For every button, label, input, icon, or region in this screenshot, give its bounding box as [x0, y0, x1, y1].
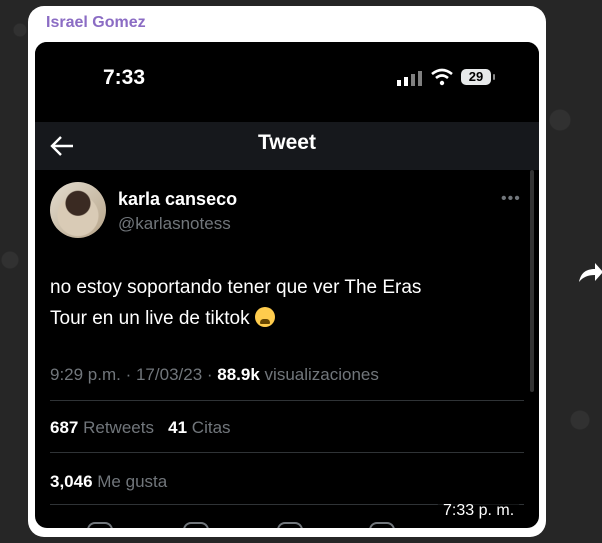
scrollbar[interactable] — [530, 170, 534, 392]
status-clock: 7:33 — [103, 66, 146, 89]
divider — [50, 400, 524, 401]
battery-icon: 29 — [461, 69, 491, 85]
screenshot-image[interactable]: 7:33 29 Tweet karla canseco @karlasnotes… — [35, 42, 539, 528]
tweet-meta: 9:29 p.m. · 17/03/23 · 88.9k visualizaci… — [50, 365, 379, 385]
likes-stats[interactable]: 3,046 Me gusta — [50, 472, 167, 492]
crying-face-icon — [254, 307, 275, 327]
quotes-count: 41 — [168, 418, 188, 437]
tweet-timestamp: 9:29 p.m. · 17/03/23 · — [50, 365, 218, 384]
forward-share-icon[interactable] — [575, 258, 602, 288]
retweets-count: 687 — [50, 418, 79, 437]
more-options-icon[interactable]: ••• — [501, 190, 521, 208]
phone-status-bar: 7:33 29 — [35, 42, 539, 122]
message-timestamp: 7:33 p. m. — [437, 500, 521, 522]
tweet-text: no estoy soportando tener que ver The Er… — [50, 272, 480, 334]
quotes-label: Citas — [187, 418, 231, 437]
share-icon[interactable] — [369, 522, 395, 528]
author-handle[interactable]: @karlasnotess — [118, 214, 231, 234]
sender-name[interactable]: Israel Gomez — [46, 14, 146, 32]
views-label: visualizaciones — [259, 365, 379, 384]
wifi-icon — [431, 68, 453, 86]
tweet-header-bar: Tweet — [35, 122, 539, 170]
tweet-text-line1: no estoy soportando tener que ver The Er… — [50, 277, 422, 298]
battery-tip — [493, 74, 495, 80]
divider — [50, 452, 524, 453]
retweet-icon[interactable] — [183, 522, 209, 528]
author-display-name[interactable]: karla canseco — [118, 189, 237, 210]
page-title: Tweet — [258, 131, 316, 154]
views-count: 88.9k — [217, 365, 260, 384]
retweet-quote-stats[interactable]: 687 Retweets 41 Citas — [50, 418, 231, 438]
likes-label: Me gusta — [92, 472, 168, 491]
tweet-text-line2: Tour en un live de tiktok — [50, 308, 250, 329]
like-icon[interactable] — [277, 522, 303, 528]
retweets-label: Retweets — [78, 418, 154, 437]
likes-count: 3,046 — [50, 472, 93, 491]
cell-signal-icon — [397, 71, 422, 86]
reply-icon[interactable] — [87, 522, 113, 528]
avatar[interactable] — [50, 182, 106, 238]
